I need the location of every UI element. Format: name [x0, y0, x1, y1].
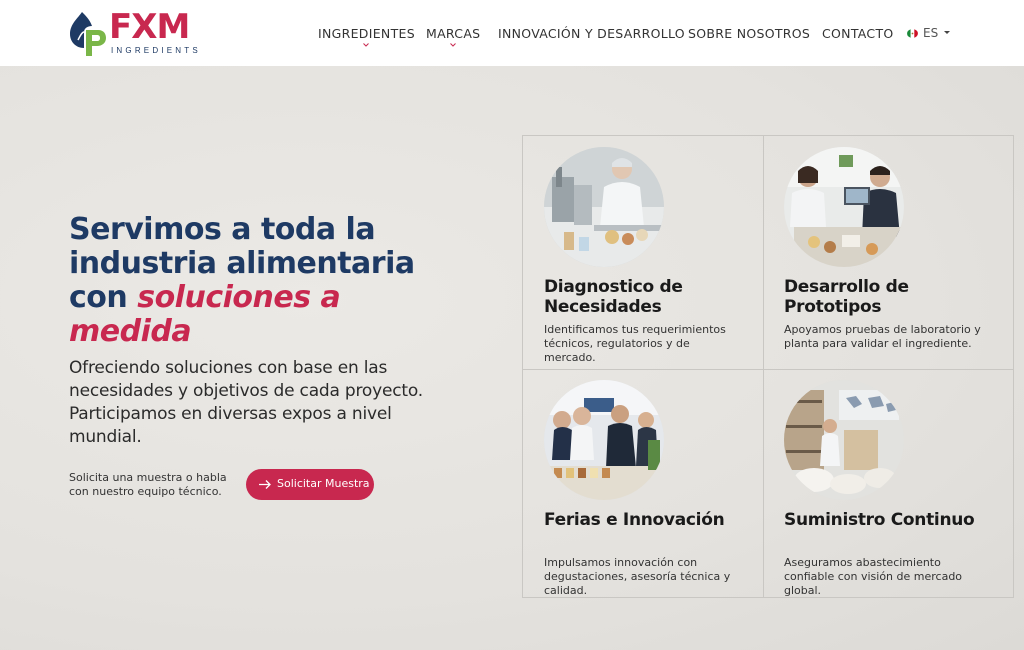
nav-item-label: INGREDIENTES: [318, 26, 415, 41]
card-title: Suministro Continuo: [784, 510, 975, 530]
caret-down-icon: [944, 31, 950, 34]
warehouse-illustration: [784, 380, 904, 500]
trade-fair-illustration: [544, 380, 664, 500]
button-label: Solicitar Muestra: [277, 477, 370, 490]
card-description: Aseguramos abastecimiento confiable con …: [784, 556, 963, 597]
trade-fair-photo: [544, 380, 664, 500]
lab-scientist-illustration: [544, 147, 664, 267]
services-grid: Diagnostico de Necesidades Identificamos…: [522, 135, 1014, 598]
card-title: Diagnostico de Necesidades: [544, 277, 683, 317]
mexico-flag-icon: [907, 29, 918, 38]
business-meeting-photo: [784, 147, 904, 267]
hero-subtext: Ofreciendo soluciones con base en las ne…: [69, 358, 423, 447]
meeting-illustration: [784, 147, 904, 267]
service-card-prototipos[interactable]: Desarrollo de Prototipos Apoyamos prueba…: [763, 136, 1003, 369]
card-description: Apoyamos pruebas de laboratorio y planta…: [784, 323, 981, 350]
request-sample-button[interactable]: Solicitar Muestra: [246, 469, 374, 500]
card-title: Desarrollo de Prototipos: [784, 277, 909, 317]
arrow-right-icon: [259, 480, 271, 489]
service-card-suministro[interactable]: Suministro Continuo Aseguramos abastecim…: [763, 369, 1003, 602]
hero-headline: Servimos a toda la industria alimentaria…: [69, 213, 449, 349]
nav-item-marcas[interactable]: MARCAS: [426, 26, 481, 47]
nav-item-label: MARCAS: [426, 26, 481, 41]
nav-item-sobre-nosotros[interactable]: SOBRE NOSOTROS: [688, 26, 810, 41]
site-header: FXM INGREDIENTS INGREDIENTES MARCAS INNO…: [0, 0, 1024, 67]
service-card-diagnostico[interactable]: Diagnostico de Necesidades Identificamos…: [523, 136, 763, 369]
card-description: Impulsamos innovación con degustaciones,…: [544, 556, 731, 597]
language-label: ES: [923, 26, 939, 40]
chevron-down-icon: [363, 43, 370, 47]
nav-item-contacto[interactable]: CONTACTO: [822, 26, 894, 41]
logo-tagline: INGREDIENTS: [111, 46, 201, 55]
nav-item-label: INNOVACIÓN Y DESARROLLO: [498, 26, 685, 41]
chevron-down-icon: [450, 43, 457, 47]
lab-scientist-photo: [544, 147, 664, 267]
nav-item-ingredientes[interactable]: INGREDIENTES: [318, 26, 415, 47]
card-title: Ferias e Innovación: [544, 510, 725, 530]
nav-item-label: CONTACTO: [822, 26, 894, 41]
main-nav: INGREDIENTES MARCAS INNOVACIÓN Y DESARRO…: [0, 26, 1024, 47]
nav-item-innovacion[interactable]: INNOVACIÓN Y DESARROLLO: [498, 26, 685, 41]
cta-note: Solicita una muestra o habla con nuestro…: [69, 471, 227, 498]
nav-item-label: SOBRE NOSOTROS: [688, 26, 811, 41]
card-description: Identificamos tus requerimientos técnico…: [544, 323, 726, 364]
warehouse-photo: [784, 380, 904, 500]
service-card-ferias[interactable]: Ferias e Innovación Impulsamos innovació…: [523, 369, 763, 602]
hero-section: Servimos a toda la industria alimentaria…: [0, 66, 1024, 650]
